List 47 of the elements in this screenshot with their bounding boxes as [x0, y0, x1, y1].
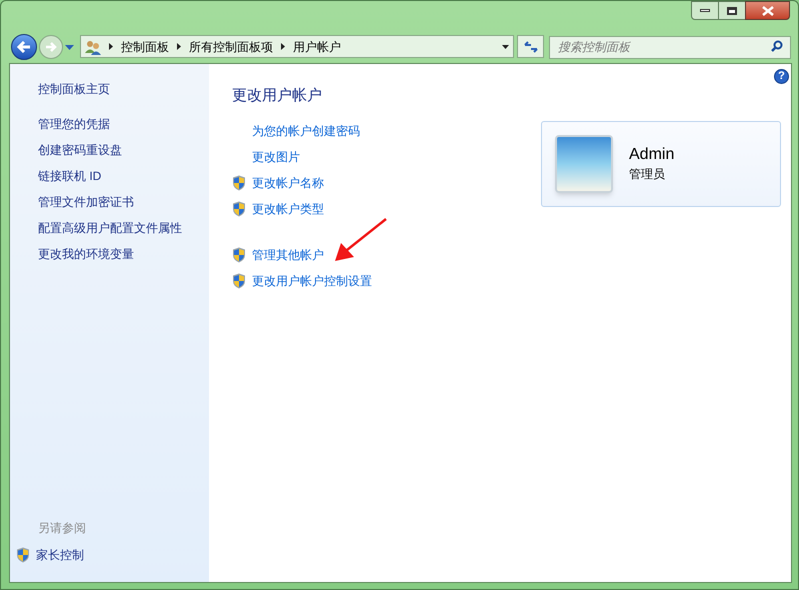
refresh-button[interactable] — [517, 35, 544, 58]
shield-icon — [232, 272, 246, 288]
minimize-button[interactable] — [691, 1, 719, 20]
address-bar[interactable]: 控制面板 所有控制面板项 用户帐户 — [80, 35, 514, 58]
task-link[interactable]: 更改用户帐户控制设置 — [252, 272, 372, 290]
minimize-icon — [700, 9, 710, 12]
sidebar-link[interactable]: 创建密码重设盘 — [38, 141, 122, 159]
chevron-icon — [281, 43, 285, 50]
task-link[interactable]: 更改帐户名称 — [252, 174, 324, 192]
help-button[interactable]: ? — [774, 69, 789, 84]
users-icon — [85, 38, 101, 54]
shield-icon — [232, 246, 246, 262]
sidebar-link[interactable]: 链接联机 ID — [38, 167, 102, 185]
back-arrow-icon — [17, 41, 31, 53]
task-link[interactable]: 家长控制 — [36, 546, 84, 564]
see-also-heading: 另请参阅 — [38, 520, 87, 537]
task-link[interactable]: 为您的帐户创建密码 — [252, 122, 360, 140]
refresh-icon — [524, 40, 538, 52]
breadcrumb[interactable]: 所有控制面板项 — [189, 38, 273, 56]
annotation-arrow — [335, 218, 387, 262]
shield-icon — [232, 174, 246, 190]
breadcrumb[interactable]: 控制面板 — [121, 38, 169, 56]
dropdown-arrow-icon[interactable] — [502, 44, 509, 48]
chevron-icon — [177, 43, 181, 50]
search-field[interactable]: 搜索控制面板 — [549, 36, 791, 58]
sidebar-link[interactable]: 更改我的环境变量 — [38, 245, 134, 263]
close-icon — [762, 6, 774, 16]
breadcrumb[interactable]: 用户帐户 — [293, 38, 341, 56]
sidebar-link[interactable]: 管理您的凭据 — [38, 115, 110, 133]
shield-icon — [232, 200, 246, 216]
account-role: 管理员 — [629, 166, 666, 183]
sidebar-link[interactable]: 管理文件加密证书 — [38, 193, 134, 211]
task-link[interactable]: 更改图片 — [252, 148, 300, 166]
task-link[interactable]: 更改帐户类型 — [252, 200, 324, 218]
forward-arrow-icon — [45, 42, 57, 52]
search-icon — [771, 40, 783, 52]
task-link[interactable]: 管理其他帐户 — [252, 246, 324, 264]
close-button[interactable] — [745, 1, 790, 20]
sidebar-link[interactable]: 控制面板主页 — [38, 80, 110, 98]
maximize-icon — [727, 6, 737, 14]
maximize-button[interactable] — [719, 1, 745, 20]
chevron-icon — [109, 43, 113, 50]
page-heading: 更改用户帐户 — [232, 86, 323, 106]
account-name: Admin — [629, 145, 674, 165]
shield-icon — [16, 547, 30, 563]
sidebar-link[interactable]: 配置高级用户配置文件属性 — [38, 219, 182, 237]
back-button[interactable] — [11, 34, 37, 60]
